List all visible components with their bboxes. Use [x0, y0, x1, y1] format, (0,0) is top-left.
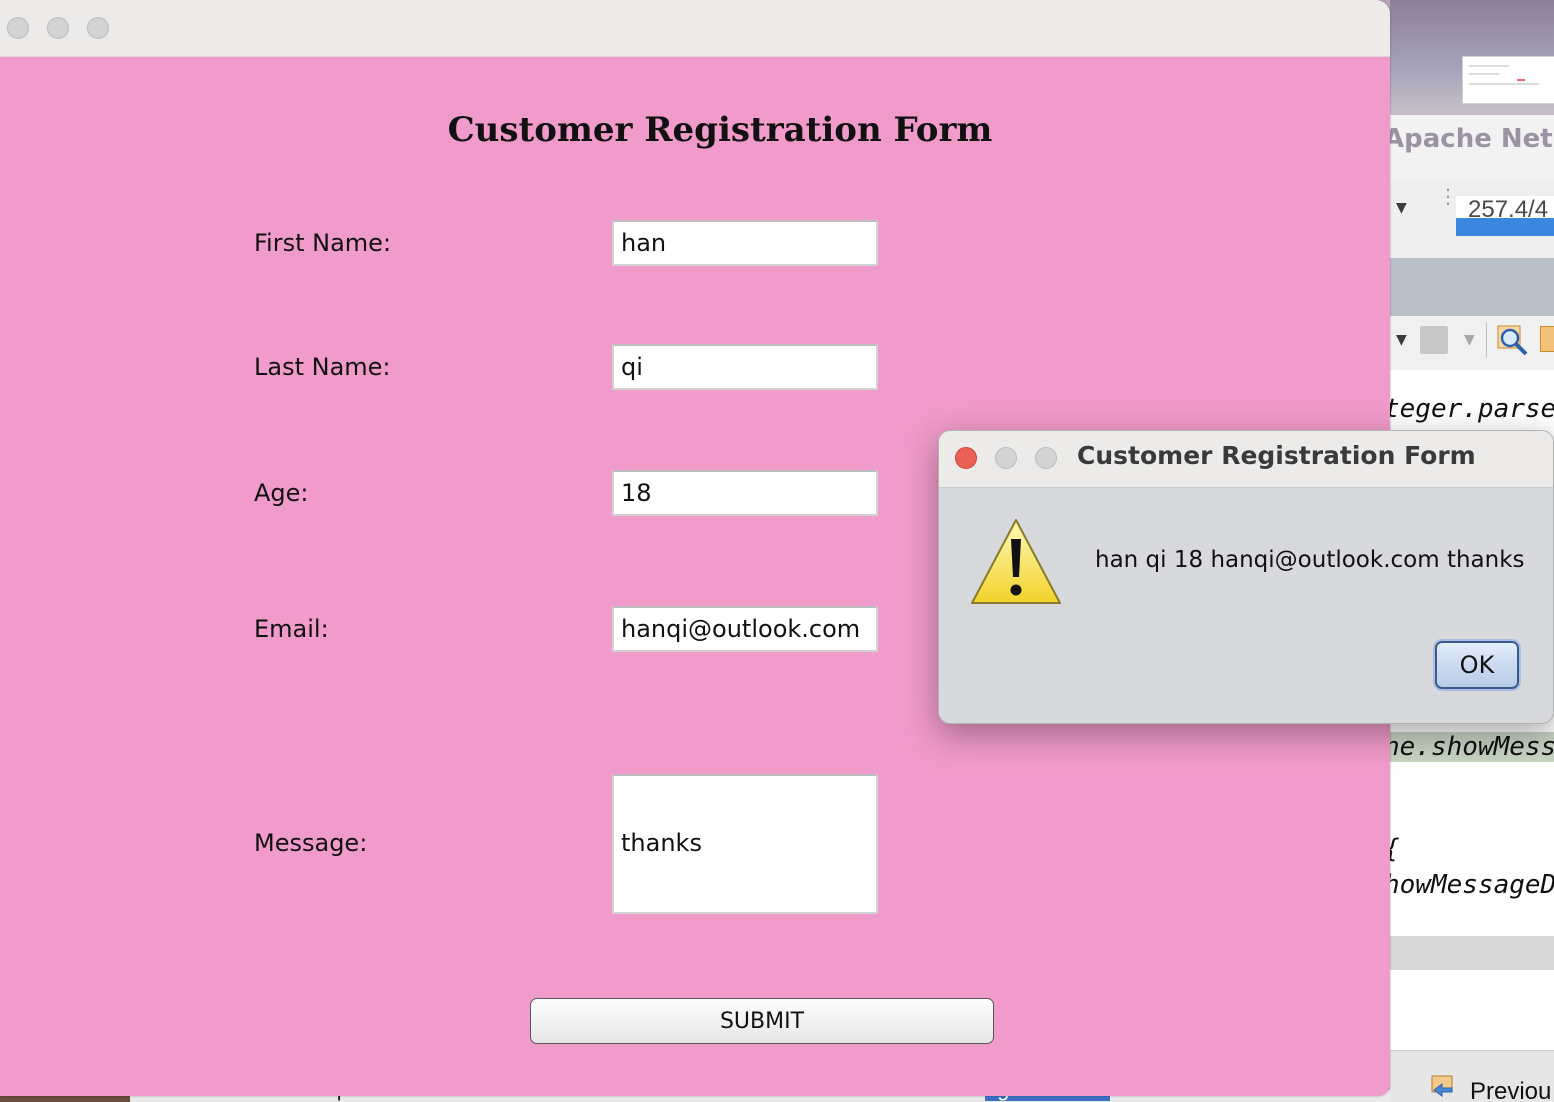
dialog-close-button[interactable] [955, 447, 977, 469]
dialog-zoom-button [1035, 447, 1057, 469]
memory-indicator[interactable]: 257.4/4 [1456, 196, 1554, 236]
message-textarea[interactable]: thanks [612, 774, 878, 914]
code-line: howMessageD [1390, 870, 1554, 900]
ide-title: Apache NetBe [1390, 124, 1554, 154]
dialog-titlebar: Customer Registration Form [939, 431, 1553, 488]
email-label: Email: [254, 615, 329, 643]
first-name-label: First Name: [254, 229, 392, 257]
last-name-label: Last Name: [254, 353, 391, 381]
dropdown-caret-icon[interactable]: ▼ [1464, 332, 1475, 348]
message-label: Message: [254, 829, 368, 857]
memory-text: 257.4/4 [1468, 196, 1549, 223]
replace-icon[interactable] [1540, 326, 1554, 352]
find-icon[interactable] [1496, 324, 1530, 358]
dialog-minimize-button [995, 447, 1017, 469]
toolbar-separator [1486, 322, 1487, 358]
submit-button[interactable]: SUBMIT [530, 998, 994, 1044]
history-icon[interactable] [1420, 326, 1448, 354]
zoom-button[interactable] [87, 17, 109, 39]
code-line: ne.showMess [1390, 732, 1554, 762]
ok-button[interactable]: OK [1435, 641, 1519, 689]
dropdown-caret-icon[interactable]: ▼ [1396, 200, 1407, 216]
last-name-input[interactable] [612, 344, 878, 390]
code-line: { [1390, 834, 1400, 864]
editor-status-bar [1390, 936, 1554, 970]
code-line: teger.parse [1390, 394, 1554, 424]
ide-tab-band [1390, 258, 1554, 316]
dropdown-caret-icon[interactable]: ▼ [1396, 332, 1407, 348]
window-thumbnail [1462, 56, 1554, 104]
dialog-message: han qi 18 hanqi@outlook.com thanks [1095, 547, 1525, 573]
warning-icon [971, 519, 1061, 604]
form-heading: Customer Registration Form [447, 110, 993, 150]
window-titlebar [0, 0, 1390, 57]
minimize-button[interactable] [47, 17, 69, 39]
email-input[interactable] [612, 606, 878, 652]
age-input[interactable] [612, 470, 878, 516]
age-label: Age: [254, 479, 309, 507]
previous-button[interactable]: Previou [1470, 1078, 1551, 1102]
previous-icon[interactable] [1430, 1074, 1456, 1098]
message-dialog: Customer Registration Form han qi 18 han… [938, 430, 1554, 724]
close-button[interactable] [7, 17, 29, 39]
output-panel [1390, 970, 1554, 1050]
toolbar-grip-icon: ⋮ [1438, 184, 1458, 208]
first-name-input[interactable] [612, 220, 878, 266]
dialog-title: Customer Registration Form [1077, 441, 1476, 470]
